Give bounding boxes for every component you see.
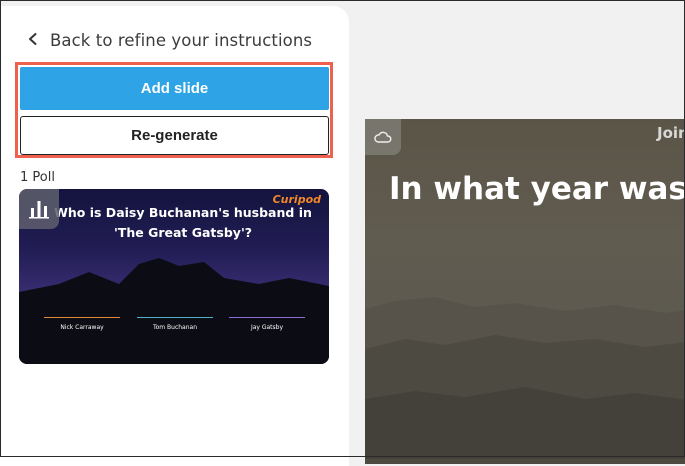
slide-question: Who is Daisy Buchanan's husband in 'The … bbox=[54, 205, 312, 240]
regenerate-button[interactable]: Re-generate bbox=[20, 116, 329, 155]
join-label: Join bbox=[657, 124, 685, 142]
cloud-icon bbox=[365, 119, 401, 155]
slide-thumbnail[interactable]: Who is Daisy Buchanan's husband in 'The … bbox=[19, 189, 329, 364]
slide-preview: Join In what year was T bbox=[365, 119, 685, 464]
mountain-silhouette bbox=[19, 258, 329, 364]
poll-option: Nick Carraway bbox=[44, 317, 120, 331]
mountain-background bbox=[365, 297, 685, 459]
poll-option: Tom Buchanan bbox=[137, 317, 213, 331]
back-link-label: Back to refine your instructions bbox=[50, 30, 313, 50]
back-link[interactable]: Back to refine your instructions bbox=[26, 28, 312, 52]
poll-bar-chart-icon bbox=[19, 189, 59, 229]
slide-count-label: 1 Poll bbox=[20, 170, 55, 185]
add-slide-button[interactable]: Add slide bbox=[20, 67, 329, 110]
chevron-left-icon bbox=[26, 31, 40, 50]
preview-question: In what year was T bbox=[389, 171, 685, 207]
brand-logo: Curipod bbox=[272, 193, 321, 206]
poll-option: Jay Gatsby bbox=[229, 317, 305, 331]
